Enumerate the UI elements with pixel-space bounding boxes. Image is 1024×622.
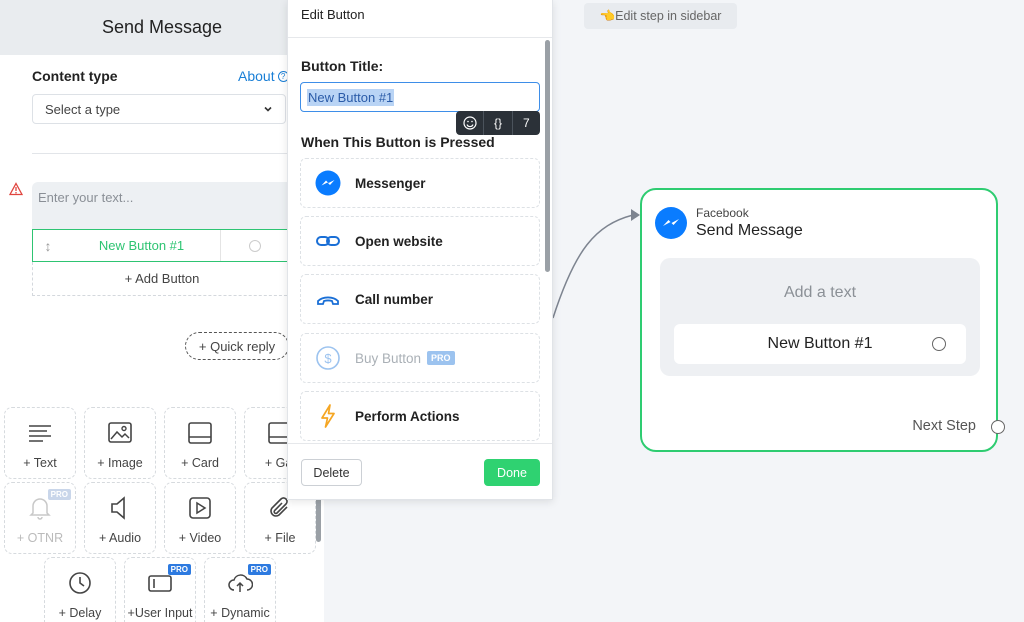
character-count: 7: [522, 116, 530, 130]
pro-badge: PRO: [427, 351, 455, 365]
sidebar-header: Send Message: [0, 0, 324, 55]
add-image-tile[interactable]: + Image: [84, 407, 156, 479]
messenger-icon: [315, 170, 341, 196]
option-open-website[interactable]: Open website: [300, 216, 540, 266]
clock-icon: [69, 572, 91, 594]
node-title: Send Message: [696, 222, 803, 239]
pro-badge: PRO: [47, 489, 71, 500]
option-label: Messenger: [355, 175, 426, 191]
pro-badge: PRO: [167, 564, 191, 575]
panel-scrollbar[interactable]: [545, 40, 550, 272]
tile-label: + OTNR: [16, 531, 64, 545]
panel-title: Edit Button: [301, 7, 365, 22]
add-user-input-tile[interactable]: PRO +User Input: [124, 557, 196, 622]
connector-circle-icon[interactable]: [249, 239, 261, 252]
divider: [288, 37, 552, 38]
edit-step-hint: 👈Edit step in sidebar: [584, 3, 737, 29]
drag-handle-icon[interactable]: ↕: [33, 238, 63, 254]
emoji-icon[interactable]: [456, 111, 485, 135]
when-pressed-label: When This Button is Pressed: [301, 134, 495, 150]
button-title-input[interactable]: New Button #1: [300, 82, 540, 112]
option-messenger[interactable]: Messenger: [300, 158, 540, 208]
node-message-box[interactable]: Add a text New Button #1: [660, 258, 980, 376]
button-title-label: Button Title:: [301, 58, 384, 74]
quick-reply-button[interactable]: + Quick reply: [185, 332, 289, 360]
tile-label: + Delay: [58, 606, 102, 620]
chevron-down-icon: [263, 102, 273, 117]
about-link[interactable]: About ?: [238, 68, 289, 84]
warning-icon: [9, 182, 23, 196]
node-button-label: New Button #1: [767, 335, 873, 352]
tile-label: + Video: [178, 531, 222, 545]
add-audio-tile[interactable]: + Audio: [84, 482, 156, 554]
divider: [32, 153, 292, 154]
tile-label: + Image: [97, 456, 143, 470]
speaker-icon: [111, 496, 125, 520]
option-label: Perform Actions: [355, 408, 460, 424]
option-perform-actions[interactable]: Perform Actions: [300, 391, 540, 441]
sidebar: Send Message Content type About ? Select…: [0, 0, 324, 622]
tile-label: + Card: [181, 456, 219, 470]
delete-button[interactable]: Delete: [301, 459, 362, 486]
tile-label: + Text: [23, 456, 57, 470]
button-title-value[interactable]: New Button #1: [307, 88, 395, 106]
divider: [288, 443, 552, 444]
pro-badge: PRO: [247, 564, 271, 575]
option-call-number[interactable]: Call number: [300, 274, 540, 324]
tile-label: +User Input: [127, 606, 193, 620]
next-step-label: Next Step: [912, 418, 976, 434]
text-lines-icon: [29, 425, 51, 442]
edit-button-panel: Edit Button Button Title: New Button #1 …: [287, 0, 553, 500]
card-icon: [188, 422, 212, 444]
message-button-label[interactable]: New Button #1: [63, 230, 221, 261]
send-message-node[interactable]: Facebook Send Message Add a text New But…: [640, 188, 1005, 452]
tile-label: + Dynamic: [210, 606, 270, 620]
done-button[interactable]: Done: [484, 459, 540, 486]
node-platform: Facebook: [696, 206, 749, 220]
link-icon: [315, 228, 341, 254]
add-dynamic-tile[interactable]: PRO + Dynamic: [204, 557, 276, 622]
tile-label: + File: [264, 531, 296, 545]
about-link-text[interactable]: About: [238, 68, 275, 84]
select-placeholder: Select a type: [45, 101, 121, 117]
node-add-text[interactable]: Add a text: [660, 284, 980, 302]
node-button[interactable]: New Button #1: [674, 324, 966, 364]
content-type-select[interactable]: Select a type: [32, 94, 286, 124]
next-step-connector-icon[interactable]: [991, 420, 1005, 434]
input-toolbar: {} 7: [456, 111, 540, 135]
add-card-tile[interactable]: + Card: [164, 407, 236, 479]
add-video-tile[interactable]: + Video: [164, 482, 236, 554]
message-text-input[interactable]: Enter your text...: [32, 182, 292, 230]
option-label: Open website: [355, 233, 443, 249]
phone-icon: [315, 286, 341, 312]
option-label: Call number: [355, 291, 434, 307]
video-icon: [189, 497, 211, 519]
content-type-label: Content type: [32, 68, 118, 84]
option-label: Buy Button: [355, 350, 422, 366]
dollar-icon: $: [315, 345, 341, 371]
image-icon: [108, 422, 132, 443]
add-button[interactable]: + Add Button: [32, 262, 292, 296]
add-text-tile[interactable]: + Text: [4, 407, 76, 479]
svg-text:$: $: [324, 351, 332, 366]
add-delay-tile[interactable]: + Delay: [44, 557, 116, 622]
lightning-icon: [315, 403, 341, 429]
add-otnr-tile[interactable]: PRO + OTNR: [4, 482, 76, 554]
message-button-row[interactable]: ↕ New Button #1: [32, 229, 292, 262]
option-buy-button[interactable]: $ Buy Button PRO: [300, 333, 540, 383]
variables-button[interactable]: {}: [484, 111, 513, 135]
node-button-connector-icon[interactable]: [932, 337, 946, 351]
tile-label: + Audio: [98, 531, 142, 545]
messenger-icon: [655, 207, 687, 239]
